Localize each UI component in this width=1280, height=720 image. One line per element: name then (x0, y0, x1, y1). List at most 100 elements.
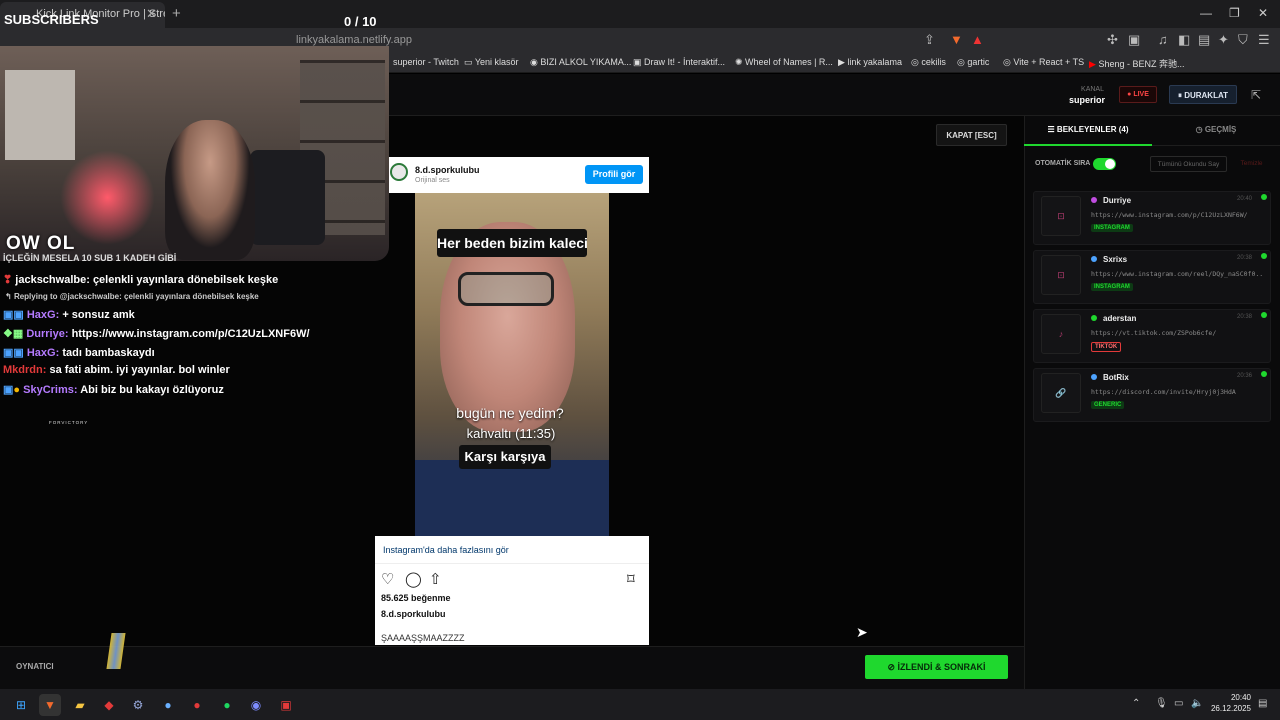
brave-rewards-icon[interactable]: ▲ (971, 32, 984, 47)
file-explorer-icon[interactable]: ▰ (69, 694, 91, 716)
tab-waiting[interactable]: ☰ BEKLEYENLER (4) (1024, 116, 1152, 146)
bookmark-item[interactable]: ◎ gartic (957, 57, 989, 68)
embed-username[interactable]: 8.d.sporkulubu (415, 165, 480, 175)
app-taskbar-icon[interactable]: ● (157, 694, 179, 716)
chat-badge-icon: ▣▣ (3, 347, 24, 359)
queue-item-time: 20:38 (1237, 314, 1253, 320)
share-icon[interactable]: ⇪ (924, 32, 935, 48)
chat-text: https://www.instagram.com/p/C12UzLXNF6W/ (71, 328, 310, 340)
like-icon[interactable]: ♡ (381, 570, 394, 588)
app-taskbar-icon[interactable]: ● (186, 694, 208, 716)
avatar[interactable] (390, 163, 408, 181)
likes-count: 85.625 beğenme (381, 593, 451, 603)
windows-start-icon[interactable]: ⊞ (10, 694, 32, 716)
platform-dot (1091, 315, 1097, 321)
channel-value: superior (1068, 95, 1105, 105)
menu-icon[interactable]: ☰ (1258, 32, 1270, 48)
video-glasses (458, 272, 554, 306)
app-taskbar-icon[interactable]: ◆ (98, 694, 120, 716)
close-button[interactable]: KAPAT [ESC] (936, 124, 1007, 146)
chat-user: jackschwalbe: (15, 274, 90, 286)
steam-icon[interactable]: ⚙ (127, 694, 149, 716)
bookmark-item[interactable]: ▶ link yakalama (838, 57, 902, 68)
close-tab-icon[interactable]: ✕ (146, 6, 157, 22)
chat-badge-icon: ❖▦ (3, 328, 24, 340)
platform-badge: INSTAGRAM (1091, 224, 1133, 232)
queue-item-url[interactable]: https://vt.tiktok.com/ZSPob6cfe/ (1091, 329, 1263, 337)
network-icon[interactable]: ▭ (1174, 698, 1183, 709)
mic-icon[interactable]: 🎙 (1155, 698, 1168, 709)
tab-history[interactable]: ◷ GEÇMİŞ (1152, 116, 1280, 146)
tab-search-icon[interactable]: ▣ (1128, 32, 1140, 48)
online-dot (1261, 253, 1267, 259)
bookmark-item[interactable]: ◎ cekilis (911, 57, 946, 68)
window-close-icon[interactable]: ✕ (1258, 6, 1268, 20)
webcam-whiteboard (5, 70, 75, 160)
bookmark-folder[interactable]: ▭ Yeni klasör (464, 57, 519, 68)
bookmark-label: Yeni klasör (474, 57, 519, 67)
bookmark-label: BIZI ALKOL YIKAMA... (540, 57, 632, 67)
sidebar-icon[interactable]: ◧ (1178, 32, 1190, 48)
chat-message: Mkdrdn: sa fati abim. iyi yayınlar. bol … (3, 364, 230, 376)
minimize-icon[interactable]: — (1200, 6, 1212, 20)
pause-button[interactable]: ⏸ DURAKLAT (1169, 85, 1237, 104)
bookmark-item[interactable]: ▣ Draw It! - İnteraktif... (633, 57, 725, 68)
view-profile-button[interactable]: Profili gör (585, 165, 643, 184)
clock-time[interactable]: 20:40 (1213, 693, 1251, 702)
bookmark-item[interactable]: ▶ Sheng - BENZ 奔驰... (1089, 57, 1184, 70)
clock-date[interactable]: 26.12.2025 (1207, 704, 1251, 713)
discord-icon[interactable]: ◉ (245, 694, 267, 716)
bookmark-item[interactable]: ✺ Wheel of Names | R... (735, 57, 833, 68)
video-caption-mid: bugün ne yedim? (456, 405, 564, 421)
post-username[interactable]: 8.d.sporkulubu (381, 609, 446, 619)
media-icon[interactable]: ♫ (1158, 32, 1168, 47)
chat-badge-icon: ▣▣ (3, 309, 24, 321)
bookmark-icon[interactable]: ⌑ (627, 570, 635, 588)
notifications-icon[interactable]: ▤ (1258, 698, 1267, 709)
player-label: OYNATICI (16, 662, 54, 671)
bookmark-item[interactable]: superior - Twitch (393, 57, 459, 67)
popout-icon[interactable]: ⇱ (1251, 88, 1261, 102)
divider (375, 563, 649, 564)
brave-taskbar-icon[interactable]: ▼ (39, 694, 61, 716)
platform-badge: GENERIC (1091, 401, 1125, 409)
brave-shield-icon[interactable]: ▼ (950, 32, 963, 47)
queue-item-url[interactable]: https://www.instagram.com/p/C12UzLXNF6W/ (1091, 211, 1263, 219)
more-on-instagram-link[interactable]: Instagram'da daha fazlasını gör (383, 545, 509, 555)
online-dot (1261, 371, 1267, 377)
webcam-light (60, 150, 155, 245)
vpn-icon[interactable]: ⛉ (1238, 32, 1248, 48)
volume-icon[interactable]: 🔈 (1191, 698, 1203, 709)
bookmark-item[interactable]: ◎ Vite + React + TS (1003, 57, 1084, 68)
wallet-icon[interactable]: ▤ (1198, 32, 1210, 48)
tray-chevron-icon[interactable]: ⌃ (1132, 698, 1140, 709)
bookmark-item[interactable]: ◉ BIZI ALKOL YIKAMA... (530, 57, 631, 68)
chat-user: HaxG: (26, 347, 60, 359)
platform-badge: INSTAGRAM (1091, 283, 1133, 291)
queue-item-url[interactable]: https://www.instagram.com/reel/DQy_naSC0… (1091, 270, 1263, 278)
video-caption-top: Her beden bizim kaleci (437, 229, 588, 257)
maximize-icon[interactable]: ❐ (1229, 6, 1240, 20)
watched-next-button[interactable]: ⊘ İZLENDİ & SONRAKİ (865, 655, 1008, 679)
watched-next-label: İZLENDİ & SONRAKİ (897, 662, 986, 672)
platform-dot (1091, 374, 1097, 380)
bookmark-label: Draw It! - İnteraktif... (644, 57, 726, 67)
queue-item-url[interactable]: https://discord.com/invite/Hryj0j3HdA (1091, 388, 1263, 396)
bookmark-label: link yakalama (847, 57, 902, 67)
mark-all-read-button[interactable]: Tümünü Okundu Say (1150, 156, 1227, 172)
extensions-icon[interactable]: ✣ (1107, 32, 1118, 48)
subscribers-count: 0 / 10 (344, 14, 377, 29)
stream-logo: OW OL (6, 233, 76, 254)
new-tab-icon[interactable]: + (172, 5, 181, 22)
clear-button[interactable]: Temizle (1233, 156, 1270, 172)
spotify-icon[interactable]: ● (216, 694, 238, 716)
url-field[interactable]: linkyakalama.netlify.app (296, 34, 412, 46)
queue-item-user: BotRix (1103, 373, 1129, 382)
comment-icon[interactable]: ◯ (405, 570, 422, 588)
leo-icon[interactable]: ✦ (1218, 32, 1229, 48)
app-taskbar-icon[interactable]: ▣ (275, 694, 297, 716)
embed-audio[interactable]: Orijinal ses (415, 177, 450, 184)
chat-message: ❣ jackschwalbe: çelenkli yayınlara döneb… (3, 273, 278, 286)
chat-text: sa fati abim. iyi yayınlar. bol winler (49, 364, 230, 376)
share-icon[interactable]: ⇧ (429, 570, 442, 588)
